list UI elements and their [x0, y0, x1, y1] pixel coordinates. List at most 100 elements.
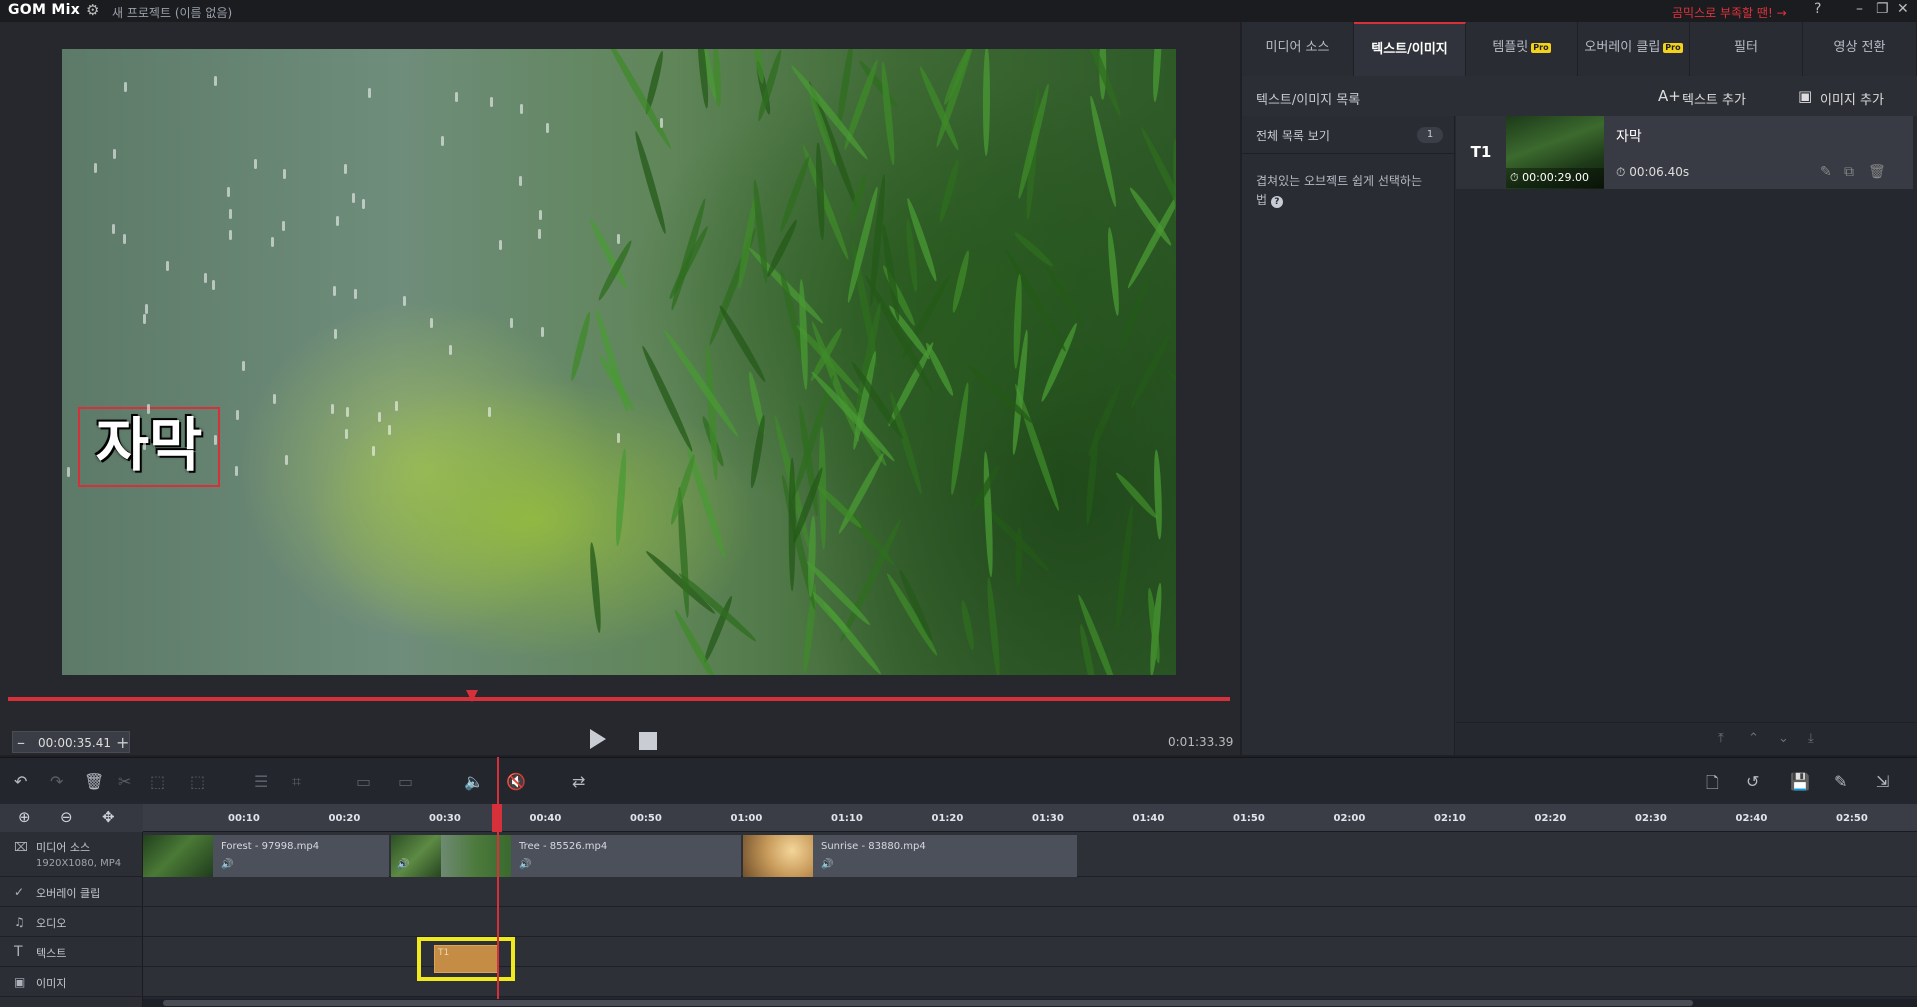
image-track-lane	[143, 967, 1917, 997]
stop-icon[interactable]	[639, 732, 657, 750]
move-top-icon[interactable]: ⤒	[1718, 731, 1724, 746]
help-button[interactable]: ?	[1814, 1, 1821, 17]
trash-icon[interactable]: 🗑	[84, 772, 104, 791]
tab-template[interactable]: 템플릿 Pro	[1466, 22, 1578, 76]
tab-media-source[interactable]: 미디어 소스	[1242, 22, 1354, 76]
text-clip-t1[interactable]: T1	[434, 945, 499, 973]
add-image-button[interactable]: 이미지 추가	[1820, 89, 1884, 108]
image-insert-icon[interactable]: ▭	[356, 772, 371, 791]
zoom-in-icon[interactable]: ⊕	[18, 808, 31, 826]
play-icon[interactable]	[590, 729, 606, 749]
tab-text-image[interactable]: 텍스트/이미지	[1354, 22, 1466, 76]
export-icon[interactable]: ⇲	[1876, 772, 1889, 791]
track-audio[interactable]: ♫ 오디오	[0, 907, 143, 937]
minus-icon[interactable]: –	[17, 733, 25, 752]
tab-transition[interactable]: 영상 전환	[1803, 22, 1917, 76]
fit-icon[interactable]: ✥	[102, 808, 115, 826]
ruler-tick: 01:10	[831, 813, 863, 824]
foliage-leaf	[923, 341, 956, 397]
rain-drop	[214, 435, 217, 445]
open-project-icon[interactable]: ↺	[1746, 772, 1759, 791]
rain-drop	[333, 286, 336, 296]
restore-button[interactable]: ❐	[1876, 1, 1889, 17]
adjust-icon[interactable]: ☰	[254, 772, 268, 791]
select-icon[interactable]: ⬚	[150, 772, 165, 791]
edit-icon[interactable]: ✎	[1820, 164, 1832, 180]
rain-drop	[441, 136, 444, 146]
foliage-leaf	[1116, 277, 1151, 352]
help-link[interactable]: 겹쳐있는 오브젝트 쉽게 선택하는 법 ?	[1256, 172, 1436, 210]
foliage-leaf	[982, 49, 990, 156]
time-ruler[interactable]: 00:10 00:20 00:30 00:40 00:50 01:00 01:10 01:20…	[143, 804, 1917, 832]
move-down-icon[interactable]: ⌄	[1778, 731, 1789, 746]
rain-drop	[166, 261, 169, 271]
ruler-tick: 00:40	[530, 813, 562, 824]
add-image-icon[interactable]: ▣	[1798, 87, 1812, 105]
mute-icon[interactable]: 🔇	[506, 772, 526, 791]
zoom-out-icon[interactable]: ⊖	[60, 808, 73, 826]
timeline-playhead[interactable]	[497, 757, 499, 1007]
video-preview[interactable]: 자막	[62, 49, 1176, 675]
rain-drop	[113, 149, 116, 159]
ruler-tick: 00:20	[329, 813, 361, 824]
add-text-icon[interactable]: A+	[1658, 87, 1681, 105]
seek-bar[interactable]	[8, 697, 1230, 701]
gear-icon[interactable]: ⚙	[86, 1, 99, 19]
scrollbar-thumb[interactable]	[163, 1000, 1693, 1006]
save-icon[interactable]: 💾	[1790, 772, 1810, 791]
rain-drop	[449, 345, 452, 355]
foliage-leaf	[960, 600, 977, 652]
clip-split-icon[interactable]: ⇄	[572, 772, 585, 791]
track-media-source[interactable]: ⌧ 미디어 소스 1920X1080, MP4	[0, 832, 143, 877]
delete-icon[interactable]: 🗑	[1868, 164, 1886, 180]
promo-link[interactable]: 곰믹스로 부족할 땐! →	[1672, 4, 1787, 21]
caption-overlay[interactable]: 자막	[78, 407, 220, 487]
cut-icon[interactable]: ✂	[118, 772, 131, 791]
foliage-leaf	[985, 577, 1002, 675]
rain-drop	[336, 216, 339, 226]
plus-icon[interactable]: +	[116, 733, 129, 752]
foliage-leaf	[1003, 248, 1068, 353]
track-area: Forest - 97998.mp4 🔊 Tree - 85526.mp4 🔊 …	[143, 832, 1917, 1007]
ruler-tick: 02:50	[1836, 813, 1868, 824]
copy-icon[interactable]: ⧉	[1844, 164, 1854, 180]
clip-forest[interactable]: Forest - 97998.mp4 🔊	[143, 835, 389, 879]
item-name: 자막	[1616, 126, 1642, 146]
add-text-button[interactable]: 텍스트 추가	[1682, 89, 1746, 108]
track-overlay-clip[interactable]: ✓ 오버레이 클립	[0, 877, 143, 907]
current-time[interactable]: 00:00:35.41	[38, 736, 111, 750]
save-as-icon[interactable]: ✎	[1834, 772, 1847, 791]
track-image[interactable]: ▣ 이미지	[0, 967, 143, 997]
foliage-leaf	[879, 61, 897, 165]
close-button[interactable]: ✕	[1897, 1, 1909, 17]
move-bottom-icon[interactable]: ⤓	[1808, 731, 1814, 746]
image-fit-icon[interactable]: ▭	[398, 772, 413, 791]
foliage-leaf	[751, 49, 765, 84]
list-item[interactable]: T1 ⏱ 00:00:29.00 자막 ⏱ 00:06.40s ✎ ⧉ 🗑	[1456, 116, 1913, 189]
clip-tree[interactable]: Tree - 85526.mp4 🔊 🔊	[391, 835, 741, 879]
rain-drop	[520, 104, 523, 114]
foliage-leaf	[661, 328, 741, 439]
tab-overlay-clip[interactable]: 오버레이 클립 Pro	[1578, 22, 1690, 76]
rain-drop	[488, 407, 491, 417]
move-up-icon[interactable]: ⌃	[1748, 731, 1759, 746]
track-text[interactable]: T 텍스트	[0, 937, 143, 967]
undo-icon[interactable]: ↶	[14, 772, 27, 791]
playhead-handle[interactable]	[492, 804, 502, 832]
horizontal-scrollbar[interactable]	[143, 999, 1917, 1007]
current-time-stepper[interactable]: – 00:00:35.41 +	[12, 731, 130, 753]
rain-drop	[271, 237, 274, 247]
minimize-button[interactable]: –	[1856, 1, 1863, 17]
rain-drop	[352, 193, 355, 203]
volume-icon[interactable]: 🔈	[464, 772, 484, 791]
new-project-icon[interactable]: 🗋	[1706, 772, 1719, 799]
rain-drop	[395, 401, 398, 411]
tab-filter[interactable]: 필터	[1690, 22, 1803, 76]
clip-sunrise[interactable]: Sunrise - 83880.mp4 🔊	[743, 835, 1077, 879]
foliage-leaf	[669, 197, 709, 311]
crop-icon[interactable]: ⌗	[292, 772, 301, 792]
view-all-row[interactable]: 전체 목록 보기 1	[1242, 116, 1455, 154]
redo-icon[interactable]: ↷	[50, 772, 63, 791]
deselect-icon[interactable]: ⬚	[190, 772, 205, 791]
title-bar: GOM Mix ⚙ 새 프로젝트 (이름 없음) 곰믹스로 부족할 땐! → ?…	[0, 0, 1917, 22]
